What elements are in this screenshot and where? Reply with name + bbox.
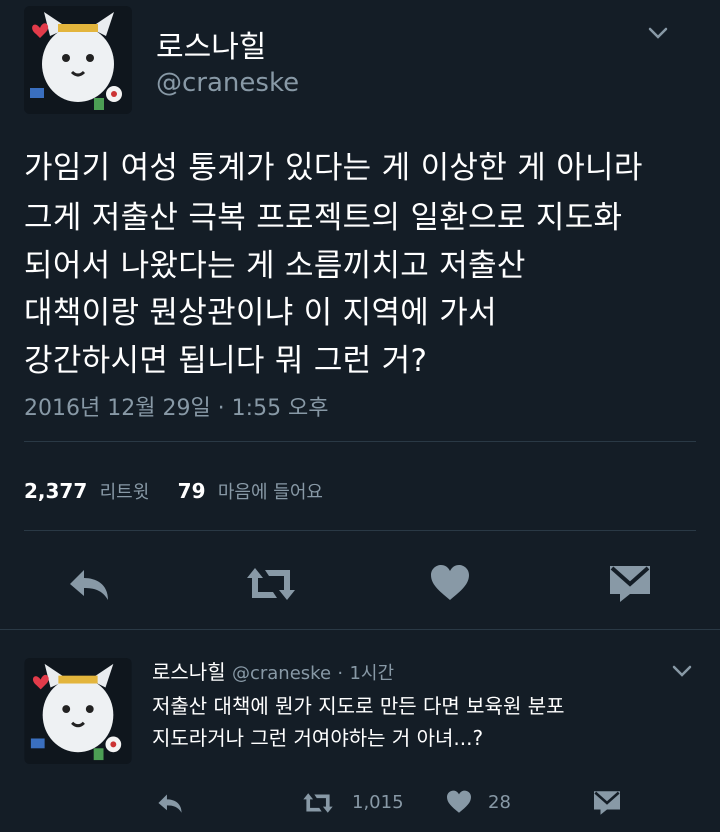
avatar[interactable] [24, 6, 132, 114]
divider [24, 530, 696, 531]
reply-avatar[interactable] [24, 658, 132, 764]
heart-icon[interactable] [430, 564, 470, 602]
reply-time[interactable]: 1시간 [349, 663, 394, 684]
avatar-cat-illustration [25, 658, 131, 764]
user-handle[interactable]: @craneske [156, 68, 299, 98]
like-count[interactable]: 79 [178, 479, 206, 503]
reply-icon[interactable] [66, 566, 112, 602]
reply-separator: · [337, 663, 344, 684]
reply-display-name[interactable]: 로스나힐 [152, 660, 226, 684]
reply-tweet[interactable]: 로스나힐 @craneske · 1시간 저출산 대책에 뭔가 지도로 만든 다… [0, 632, 720, 832]
reply-text-line: 저출산 대책에 뭔가 지도로 만든 다면 보육원 분포 [152, 694, 565, 718]
like-label[interactable]: 마음에 들어요 [218, 482, 323, 503]
reply-user-handle[interactable]: @craneske [232, 663, 331, 684]
tweet-text-line: 강간하시면 됩니다 뭐 그런 거? [24, 343, 428, 379]
retweet-label[interactable]: 리트윗 [100, 482, 150, 503]
retweet-icon[interactable] [243, 566, 299, 602]
divider [24, 441, 696, 442]
heart-icon[interactable] [446, 790, 472, 814]
retweet-icon[interactable] [300, 792, 336, 814]
reply-text-line: 지도라거나 그런 거여야하는 거 아녀...? [152, 726, 484, 750]
retweet-count[interactable]: 2,377 [24, 479, 87, 503]
direct-message-icon[interactable] [608, 564, 652, 604]
direct-message-icon[interactable] [592, 790, 622, 816]
tweet-text-line: 가임기 여성 통계가 있다는 게 이상한 게 아니라 [24, 150, 643, 186]
tweet-stats: 2,377 리트윗 79 마음에 들어요 [24, 478, 323, 504]
reply-icon[interactable] [156, 792, 184, 814]
avatar-cat-illustration [24, 6, 132, 114]
tweet-text-line: 되어서 나왔다는 게 소름끼치고 저출산 [24, 248, 526, 284]
reply-like-count[interactable]: 28 [488, 792, 511, 813]
display-name[interactable]: 로스나힐 [156, 22, 266, 66]
tweet-text-line: 그게 저출산 극복 프로젝트의 일환으로 지도화 [24, 200, 623, 236]
section-divider [0, 629, 720, 630]
reply-retweet-count[interactable]: 1,015 [352, 792, 404, 813]
tweet-text-line: 대책이랑 뭔상관이냐 이 지역에 가서 [24, 295, 497, 331]
main-tweet: 로스나힐 @craneske 가임기 여성 통계가 있다는 게 이상한 게 아니… [0, 0, 720, 630]
reply-header: 로스나힐 @craneske · 1시간 [152, 656, 394, 685]
tweet-timestamp[interactable]: 2016년 12월 29일 · 1:55 오후 [24, 390, 329, 422]
chevron-down-icon[interactable] [648, 26, 668, 40]
chevron-down-icon[interactable] [672, 664, 692, 678]
